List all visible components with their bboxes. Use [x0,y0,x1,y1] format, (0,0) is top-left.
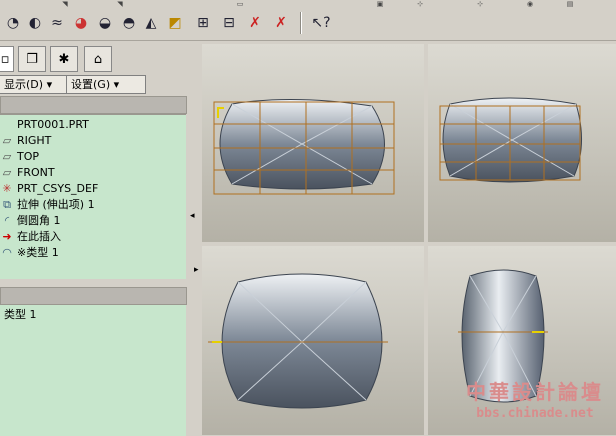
tree-item-label: PRT_CSYS_DEF [17,182,99,195]
delete-all-icon[interactable]: ✗ [270,12,292,34]
display-menu-label: 显示(D) [4,78,44,91]
analysis-a-icon[interactable]: ⊞ [192,12,214,34]
insert-here-arrow-icon: ➜ [2,230,12,243]
context-help-icon[interactable]: ↖? [310,12,332,34]
appearance-icon[interactable]: ◒ [94,12,116,34]
tree-item-label: RIGHT [17,134,52,147]
body-shape [221,273,383,409]
tree-item-label: 拉伸 (伸出项) 1 [17,198,95,211]
wave-icon[interactable]: ≈ [46,12,68,34]
rotate-icon[interactable]: ◥ [55,0,75,8]
tab-folder-browser[interactable]: ❐ [18,46,46,72]
expand-right-icon[interactable]: ▸ [194,265,199,275]
viewport-iso[interactable] [202,44,424,242]
tree-item-type[interactable]: ◠ ※类型 1 [0,245,59,261]
csys-display-icon[interactable]: ▤ [560,0,580,8]
model-tree: PRT0001.PRT ▱ RIGHT ▱ TOP ▱ FRONT ✳ PRT_CSYS… [0,114,186,279]
navigator-tabs: ▫ ❐ ✱ ⌂ [0,46,188,72]
datum-display-icon[interactable]: ⊹ [410,0,430,8]
datum-plane-icon: ▱ [2,134,12,147]
tree-header-bar [0,96,187,114]
tree-item-round[interactable]: ◜ 倒圆角 1 [0,213,61,229]
toolbar-separator [300,12,302,34]
color-palette-icon[interactable]: ◕ [70,12,92,34]
model-view-iso [213,98,395,195]
round-icon: ◜ [4,214,10,227]
tree-item-top[interactable]: ▱ TOP [0,149,39,165]
point-display-icon[interactable]: ◉ [520,0,540,8]
draft-check-icon[interactable]: ◭ [140,12,162,34]
tree-item-label: PRT0001.PRT [17,118,89,131]
datum-plane-icon: ▱ [2,166,12,179]
save-icon[interactable]: ▭ [230,0,250,8]
viewport-front[interactable] [202,246,424,435]
collapse-left-icon[interactable]: ◂ [190,211,195,221]
tree-item-label: 倒圆角 1 [17,214,61,227]
tree-item-front[interactable]: ▱ FRONT [0,165,55,181]
render-icon[interactable]: ◓ [118,12,140,34]
layer-header-bar [0,287,187,305]
tab-model-tree[interactable]: ▫ [0,46,14,72]
settings-menu-label: 设置(G) [71,78,111,91]
layer-item-label: 类型 1 [4,308,37,321]
pattern-icon[interactable]: ◐ [24,12,46,34]
zoom-icon[interactable]: ◥ [110,0,130,8]
csys-marker [217,107,224,118]
tree-item-part[interactable]: PRT0001.PRT [0,117,89,133]
layer-item-type[interactable]: 类型 1 [4,307,37,323]
tree-item-label: 在此插入 [17,230,61,243]
tree-item-right[interactable]: ▱ RIGHT [0,133,52,149]
curvature-icon[interactable]: ◩ [164,12,186,34]
tree-item-label: ※类型 1 [17,246,59,259]
tree-menubar: 显示(D) ▾ 设置(G) ▾ [0,74,188,94]
csys-icon: ✳ [2,182,12,195]
tree-item-label: FRONT [17,166,55,179]
delete-analysis-icon[interactable]: ✗ [244,12,266,34]
connections-icon: ⌂ [93,51,103,67]
favorites-folder-icon: ✱ [58,51,70,67]
folder-layers-icon: ❐ [26,51,38,67]
analysis-b-icon[interactable]: ⊟ [218,12,240,34]
model-view-top [439,97,583,183]
tree-item-label: TOP [17,150,40,163]
axis-display-icon[interactable]: ⊹ [470,0,490,8]
shading-icon[interactable]: ▣ [370,0,390,8]
tree-item-insert-here[interactable]: ➜ 在此插入 [0,229,61,245]
extrude-icon: ⧉ [3,198,11,211]
panel-splitter[interactable]: ◂ ▸ [188,41,200,435]
settings-menu-button[interactable]: 设置(G) ▾ [66,75,146,94]
display-menu-button[interactable]: 显示(D) ▾ [0,75,67,94]
tab-favorites[interactable]: ✱ [50,46,78,72]
model-view-front [208,273,388,409]
spin-center-icon[interactable]: ◔ [2,12,24,34]
type-icon: ◠ [2,246,12,259]
tree-item-extrude[interactable]: ⧉ 拉伸 (伸出项) 1 [0,197,95,213]
main-toolbar: ◔ ◐ ≈ ◕ ◒ ◓ ◭ ◩ ⊞ ⊟ ✗ ✗ ↖? [0,8,616,41]
watermark-title: 中華設計論壇 [466,380,604,404]
chevron-down-icon: ▾ [113,78,120,91]
chevron-down-icon: ▾ [46,78,53,91]
watermark-url: bbs.chinade.net [476,406,594,421]
tree-item-csys[interactable]: ✳ PRT_CSYS_DEF [0,181,98,197]
layer-tree: 类型 1 [0,304,186,436]
viewport-top[interactable] [428,44,616,242]
datum-plane-icon: ▱ [2,150,12,163]
tab-connections[interactable]: ⌂ [84,46,112,72]
